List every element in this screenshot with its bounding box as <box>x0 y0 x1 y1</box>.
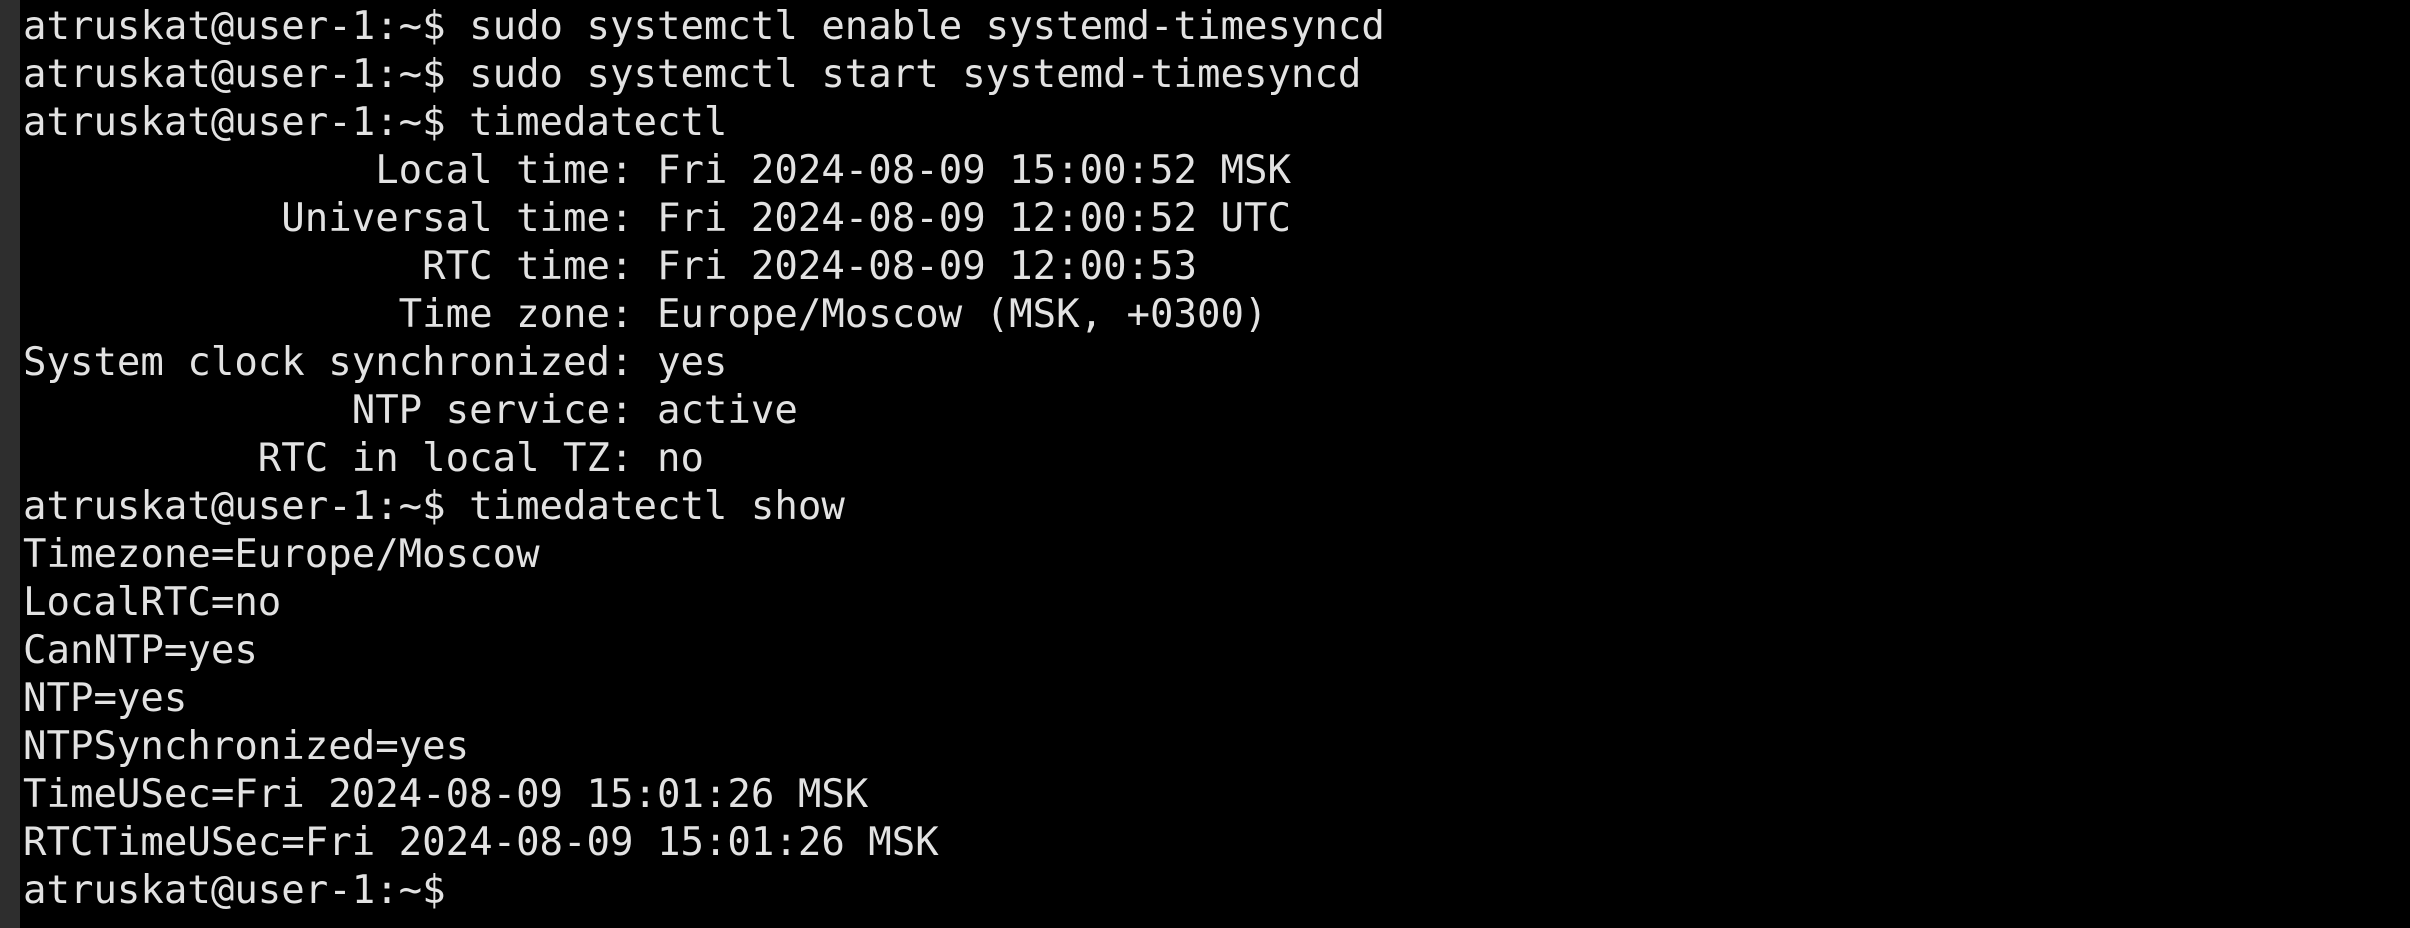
terminal-line: atruskat@user-1:~$ timedatectl <box>23 100 728 145</box>
window-left-edge <box>0 0 20 928</box>
terminal-prompt-line[interactable]: atruskat@user-1:~$ <box>23 867 1385 915</box>
terminal-line: atruskat@user-1:~$ timedatectl show <box>23 484 845 529</box>
terminal-line: RTCTimeUSec=Fri 2024-08-09 15:01:26 MSK <box>23 820 939 865</box>
terminal-prompt: atruskat@user-1:~$ <box>23 868 446 913</box>
terminal-line: LocalRTC=no <box>23 580 282 625</box>
terminal-line: System clock synchronized: yes <box>23 340 728 385</box>
terminal-line: TimeUSec=Fri 2024-08-09 15:01:26 MSK <box>23 772 869 817</box>
terminal-line: NTPSynchronized=yes <box>23 724 470 769</box>
terminal-cursor <box>446 874 468 912</box>
terminal-line: Time zone: Europe/Moscow (MSK, +0300) <box>23 292 1268 337</box>
terminal-line: Local time: Fri 2024-08-09 15:00:52 MSK <box>23 148 1291 193</box>
terminal-line: atruskat@user-1:~$ sudo systemctl enable… <box>23 4 1385 49</box>
terminal-window[interactable]: atruskat@user-1:~$ sudo systemctl enable… <box>20 0 2410 928</box>
terminal-line: Timezone=Europe/Moscow <box>23 532 540 577</box>
terminal-line: RTC in local TZ: no <box>23 436 704 481</box>
terminal-line: atruskat@user-1:~$ sudo systemctl start … <box>23 52 1362 97</box>
terminal-line: Universal time: Fri 2024-08-09 12:00:52 … <box>23 196 1291 241</box>
terminal-line: NTP service: active <box>23 388 798 433</box>
terminal-line: NTP=yes <box>23 676 188 721</box>
terminal-line: CanNTP=yes <box>23 628 258 673</box>
terminal-output: atruskat@user-1:~$ sudo systemctl enable… <box>23 3 1385 915</box>
terminal-line: RTC time: Fri 2024-08-09 12:00:53 <box>23 244 1197 289</box>
